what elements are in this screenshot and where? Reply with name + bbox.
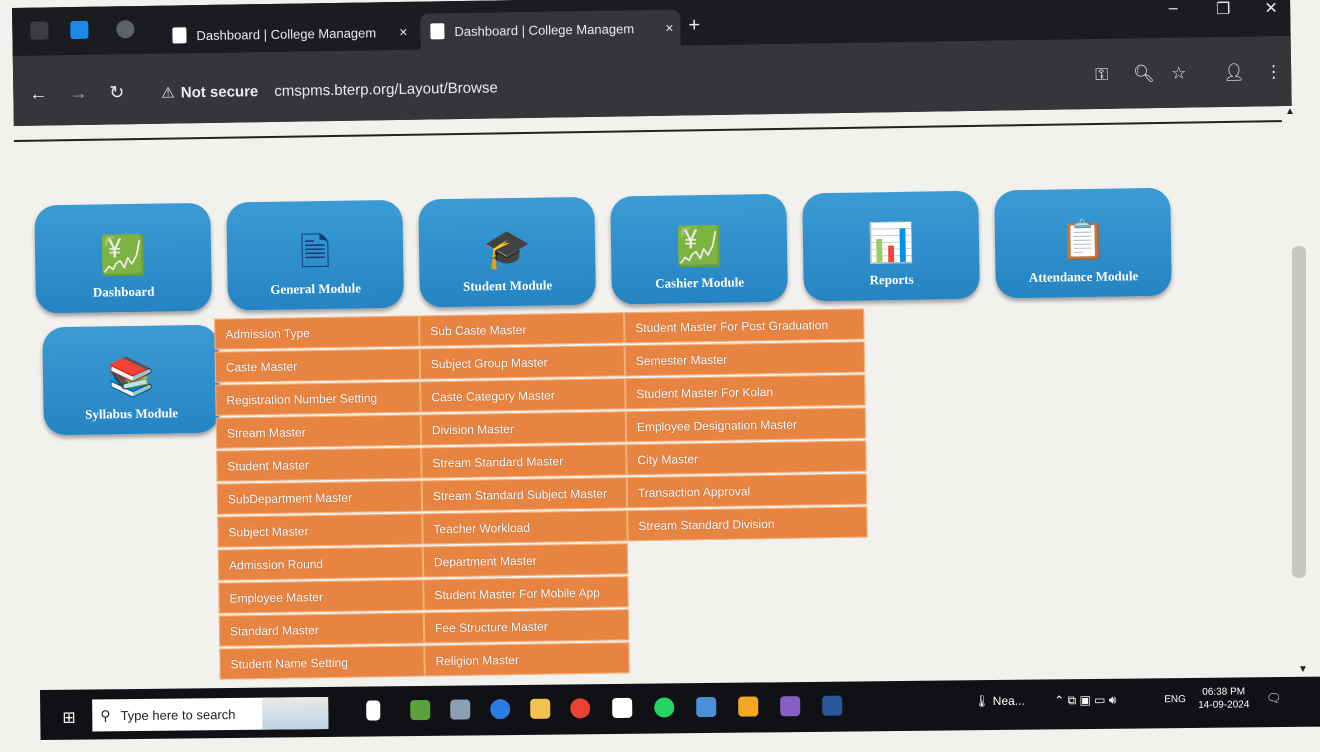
module-label: Student Module bbox=[462, 277, 553, 294]
money-chart-icon: 💹 bbox=[675, 225, 724, 269]
module-label: Dashboard bbox=[92, 283, 155, 300]
chrome-browser-icon[interactable] bbox=[570, 698, 591, 719]
module-tile-student[interactable]: 🎓 Student Module bbox=[418, 196, 596, 308]
whatsapp-icon[interactable] bbox=[654, 697, 675, 718]
module-tile-attendance[interactable]: 📋 Attendance Module bbox=[994, 187, 1172, 299]
menu-item[interactable]: Stream Master bbox=[215, 414, 422, 449]
menu-item[interactable]: Employee Designation Master bbox=[625, 407, 867, 443]
menu-item[interactable]: Teacher Workload bbox=[422, 510, 628, 545]
graduates-icon: 🎓 bbox=[483, 228, 532, 272]
taskbar-app-icon[interactable] bbox=[822, 695, 843, 716]
menu-item[interactable]: Student Name Setting bbox=[219, 645, 425, 680]
menu-item[interactable]: Subject Master bbox=[217, 513, 423, 548]
visual-studio-icon[interactable] bbox=[780, 696, 801, 717]
module-label: Cashier Module bbox=[655, 274, 745, 291]
menu-item[interactable]: Subject Group Master bbox=[419, 345, 626, 380]
taskbar-app-icon[interactable] bbox=[450, 699, 471, 720]
module-label: Reports bbox=[869, 271, 914, 288]
module-tile-general[interactable]: 🗎 General Module bbox=[226, 199, 404, 311]
menu-item[interactable]: Caste Master bbox=[214, 348, 421, 383]
module-tile-reports[interactable]: 📊 Reports bbox=[802, 190, 980, 302]
search-placeholder: Type here to search bbox=[120, 706, 236, 723]
module-label: Attendance Module bbox=[1028, 268, 1139, 285]
taskbar-app-icon[interactable] bbox=[410, 699, 431, 721]
page-scrollbar[interactable] bbox=[1292, 246, 1306, 578]
menu-item[interactable]: Fee Structure Master bbox=[423, 609, 630, 644]
module-tile-cashier[interactable]: 💹 Cashier Module bbox=[610, 193, 788, 305]
language-indicator[interactable]: ENG bbox=[1164, 694, 1186, 705]
menu-item[interactable]: Sub Caste Master bbox=[419, 312, 625, 347]
money-chart-icon: 💹 bbox=[99, 234, 148, 278]
books-icon: 📚 bbox=[107, 356, 156, 400]
clipboard-icon: 📋 bbox=[1059, 219, 1107, 263]
menu-row: Standard Master Fee Structure Master bbox=[218, 609, 630, 647]
menu-row: Employee Master Student Master For Mobil… bbox=[218, 576, 629, 614]
module-label: Syllabus Module bbox=[85, 405, 179, 422]
page-content: 💹 Dashboard 🗎 General Module 🎓 Student M… bbox=[0, 0, 1320, 752]
menu-item[interactable]: Admission Round bbox=[217, 546, 424, 581]
taskbar-app-icon[interactable] bbox=[612, 697, 633, 719]
menu-item[interactable]: Stream Standard Subject Master bbox=[421, 477, 628, 512]
module-label: General Module bbox=[270, 280, 362, 297]
edge-browser-icon[interactable] bbox=[490, 699, 511, 720]
menu-item[interactable]: SubDepartment Master bbox=[216, 480, 423, 515]
notifications-icon[interactable]: 🗨︎ bbox=[1266, 691, 1281, 705]
menu-item[interactable]: Caste Category Master bbox=[420, 378, 626, 413]
weather-text: Nea... bbox=[992, 693, 1025, 709]
search-icon: ⚲ bbox=[100, 706, 111, 723]
taskbar-app-icon[interactable] bbox=[696, 696, 717, 718]
menu-item[interactable]: Employee Master bbox=[218, 579, 424, 614]
menu-row: Student Name Setting Religion Master bbox=[219, 642, 630, 680]
menu-item[interactable]: Transaction Approval bbox=[626, 473, 868, 509]
menu-item[interactable]: Registration Number Setting bbox=[215, 381, 421, 416]
menu-item[interactable]: Division Master bbox=[420, 411, 627, 446]
menu-item[interactable]: Stream Standard Division bbox=[627, 506, 868, 542]
report-icon: 📊 bbox=[867, 222, 916, 266]
file-explorer-icon[interactable] bbox=[530, 698, 551, 719]
module-tile-syllabus[interactable]: 📚 Syllabus Module bbox=[42, 324, 220, 436]
weather-widget[interactable]: 🌡︎ Nea... bbox=[974, 694, 1025, 709]
taskbar-clock[interactable]: 06:38 PM 14-09-2024 bbox=[1198, 685, 1249, 712]
menu-item[interactable]: Standard Master bbox=[218, 612, 425, 647]
menu-item[interactable]: Student Master For Kolan bbox=[625, 374, 866, 410]
weather-icon: 🌡︎ bbox=[974, 694, 990, 709]
clock-time: 06:38 PM bbox=[1202, 686, 1246, 698]
system-tray-icons[interactable]: ⌃ ⧉ ▣ ▭ 🔊︎ bbox=[1054, 693, 1116, 709]
menu-item[interactable]: Student Master For Mobile App bbox=[423, 576, 629, 611]
clock-date: 14-09-2024 bbox=[1198, 699, 1250, 711]
menu-item[interactable]: Religion Master bbox=[424, 642, 630, 677]
search-highlight-image bbox=[262, 696, 329, 730]
taskbar-search-box[interactable]: ⚲ Type here to search bbox=[92, 696, 329, 732]
menu-item[interactable]: City Master bbox=[626, 440, 867, 476]
module-tile-dashboard[interactable]: 💹 Dashboard bbox=[34, 202, 213, 314]
menu-item[interactable]: Department Master bbox=[422, 543, 629, 578]
windows-start-icon[interactable]: ⊞ bbox=[62, 708, 76, 728]
menu-item[interactable]: Admission Type bbox=[214, 315, 420, 350]
menu-item[interactable]: Stream Standard Master bbox=[421, 444, 627, 479]
document-icon: 🗎 bbox=[299, 231, 331, 275]
task-view-icon[interactable] bbox=[366, 700, 381, 721]
menu-row: Admission Round Department Master bbox=[217, 543, 629, 581]
menu-item[interactable]: Student Master bbox=[216, 447, 422, 482]
menu-item[interactable]: Semester Master bbox=[624, 341, 866, 377]
menu-item[interactable]: Student Master For Post Graduation bbox=[624, 308, 865, 344]
scroll-down-arrow-icon[interactable]: ▼ bbox=[1298, 664, 1308, 675]
taskbar-app-icon[interactable] bbox=[738, 696, 759, 717]
